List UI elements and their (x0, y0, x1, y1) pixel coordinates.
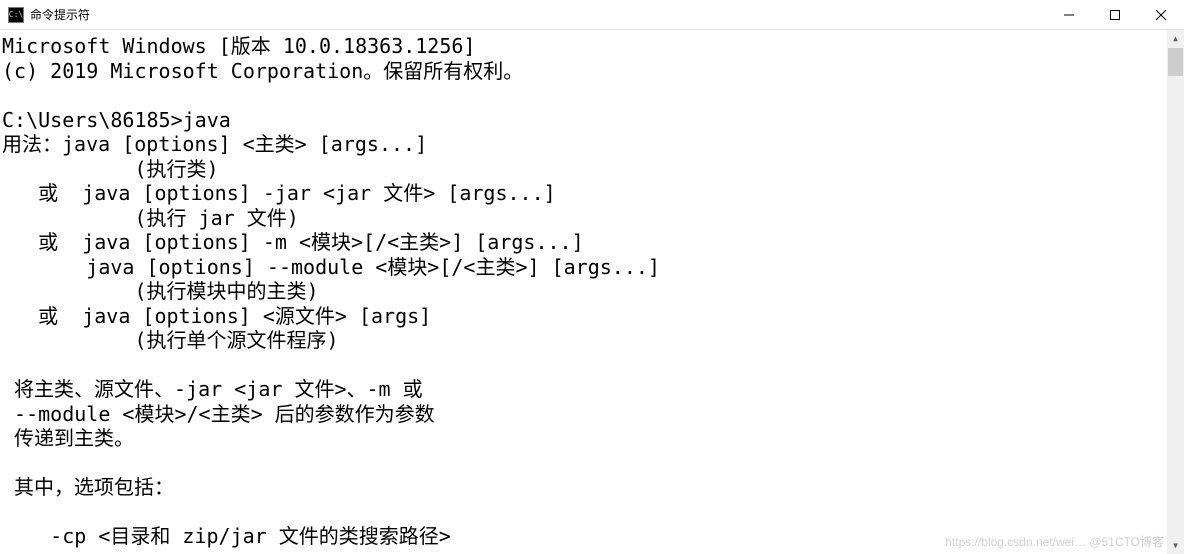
titlebar-left: C:\ 命令提示符 (0, 6, 90, 23)
terminal-output: Microsoft Windows [版本 10.0.18363.1256] (… (0, 30, 1184, 549)
vertical-scrollbar[interactable]: ▲ ▼ (1167, 30, 1184, 554)
cmd-icon: C:\ (8, 7, 24, 23)
maximize-icon (1110, 10, 1120, 20)
scroll-thumb[interactable] (1168, 48, 1183, 76)
terminal-area[interactable]: Microsoft Windows [版本 10.0.18363.1256] (… (0, 30, 1184, 554)
window-controls (1046, 0, 1184, 29)
maximize-button[interactable] (1092, 0, 1138, 29)
window-titlebar[interactable]: C:\ 命令提示符 (0, 0, 1184, 30)
minimize-icon (1064, 10, 1074, 20)
close-icon (1156, 10, 1166, 20)
minimize-button[interactable] (1046, 0, 1092, 29)
window-title: 命令提示符 (30, 6, 90, 23)
scroll-up-arrow[interactable]: ▲ (1167, 30, 1184, 47)
close-button[interactable] (1138, 0, 1184, 29)
scroll-down-arrow[interactable]: ▼ (1167, 537, 1184, 554)
